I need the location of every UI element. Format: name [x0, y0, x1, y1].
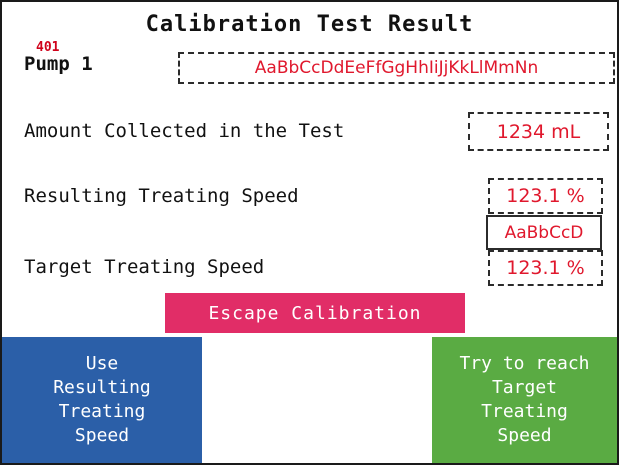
pump-name-field[interactable]: AaBbCcDdEeFfGgHhIiJjKkLlMmNn [178, 52, 615, 84]
pump-name-value: AaBbCcDdEeFfGgHhIiJjKkLlMmNn [254, 58, 539, 78]
resulting-speed-label: Resulting Treating Speed [24, 185, 299, 207]
target-speed-value: 123.1 % [506, 257, 585, 279]
try-target-speed-label: Try to reach Target Treating Speed [459, 353, 590, 446]
resulting-speed-value: 123.1 % [506, 185, 585, 207]
resulting-speed-field[interactable]: 123.1 % [488, 178, 603, 214]
target-speed-label: Target Treating Speed [24, 256, 265, 278]
resulting-speed-sub-field[interactable]: AaBbCcD [486, 215, 602, 250]
use-resulting-speed-button[interactable]: Use Resulting Treating Speed [2, 337, 202, 463]
use-resulting-speed-label: Use Resulting Treating Speed [53, 353, 151, 446]
amount-collected-value: 1234 mL [496, 120, 581, 143]
escape-calibration-button[interactable]: Escape Calibration [165, 293, 465, 333]
amount-collected-label: Amount Collected in the Test [24, 120, 345, 142]
escape-calibration-label: Escape Calibration [208, 302, 422, 324]
amount-collected-field[interactable]: 1234 mL [468, 112, 609, 151]
try-target-speed-button[interactable]: Try to reach Target Treating Speed [432, 337, 617, 463]
page-title: Calibration Test Result [145, 12, 474, 37]
calibration-test-result-screen: Calibration Test Result 401 Pump 1 AaBbC… [0, 0, 619, 465]
target-speed-field[interactable]: 123.1 % [488, 250, 603, 286]
resulting-speed-sub-value: AaBbCcD [504, 222, 584, 243]
pump-label: Pump 1 [24, 53, 93, 75]
